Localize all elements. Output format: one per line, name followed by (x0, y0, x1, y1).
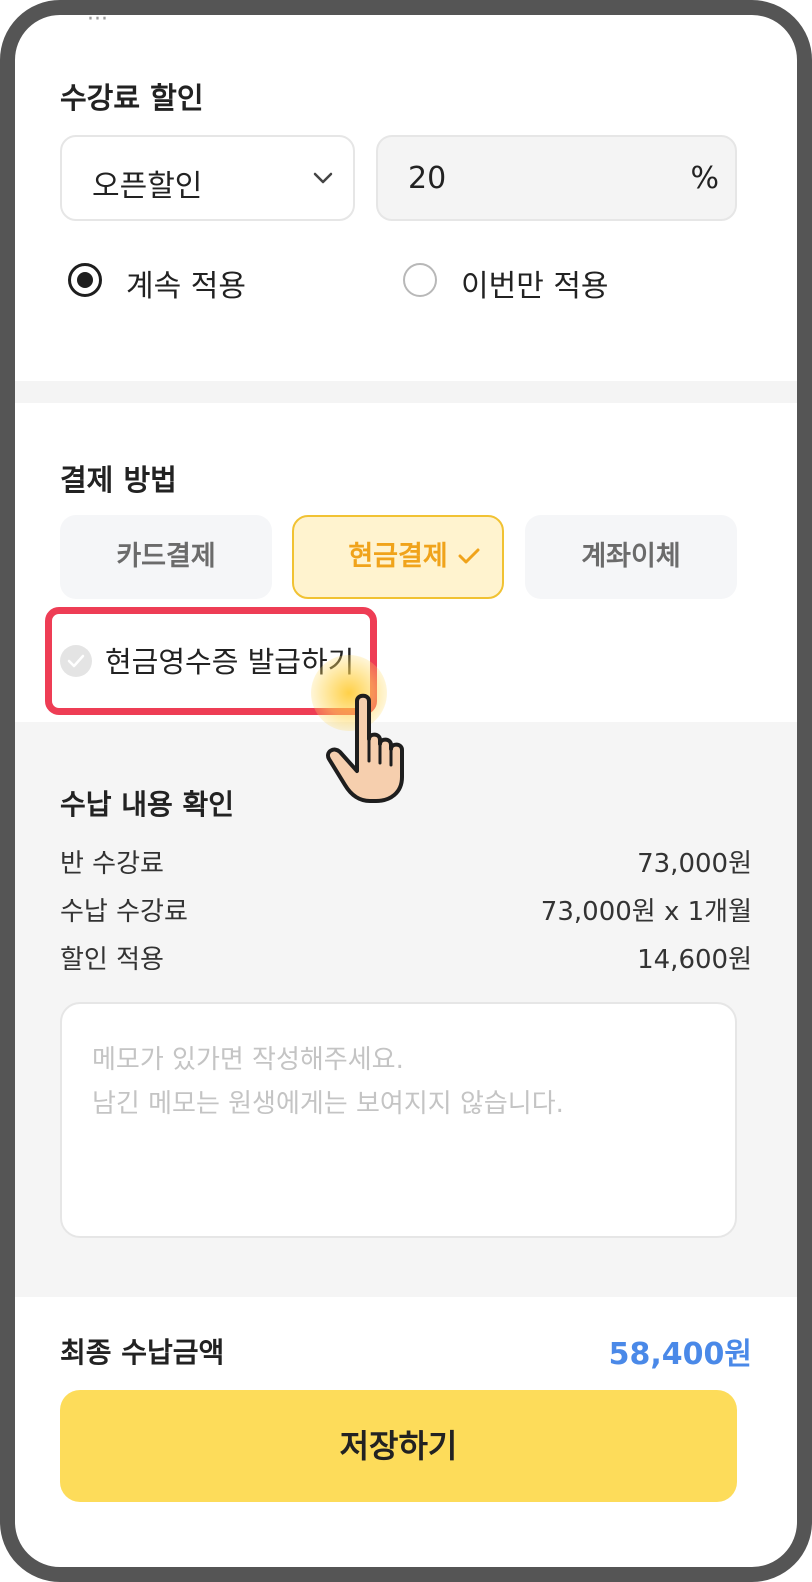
pay-method-card[interactable]: 카드결제 (60, 515, 272, 599)
summary-row-value: 73,000원 (637, 849, 752, 879)
discount-section-title: 수강료 할인 (60, 81, 204, 115)
hand-pointer-icon (326, 693, 404, 803)
summary-row-label: 반 수강료 (60, 849, 164, 879)
pay-method-cash[interactable]: 현금결제 (292, 515, 504, 599)
discount-type-value: 오픈할인 (92, 169, 203, 204)
discount-value-input[interactable]: 20 % (376, 135, 737, 221)
radio-label-once: 이번만 적용 (461, 269, 609, 304)
summary-row-label: 수납 수강료 (60, 897, 188, 927)
summary-row-value: 14,600원 (637, 945, 752, 975)
memo-placeholder: 메모가 있가면 작성해주세요. 남긴 메모는 원생에게는 보여지지 않습니다. (92, 1045, 564, 1119)
radio-label-always: 계속 적용 (126, 269, 246, 304)
payment-section-title: 결제 방법 (60, 463, 177, 497)
check-icon (458, 548, 480, 564)
discount-type-select[interactable]: 오픈할인 (60, 135, 355, 221)
save-button[interactable]: 저장하기 (60, 1390, 737, 1502)
summary-title: 수납 내용 확인 (60, 788, 235, 821)
pay-method-cash-label: 현금결제 (348, 541, 448, 572)
pay-method-transfer[interactable]: 계좌이체 (525, 515, 737, 599)
final-amount-label: 최종 수납금액 (60, 1336, 225, 1369)
summary-row-value: 73,000원 x 1개월 (540, 897, 752, 927)
chevron-down-icon (313, 172, 333, 184)
discount-unit: % (690, 161, 719, 196)
discount-value: 20 (408, 161, 447, 196)
radio-apply-always[interactable]: 계속 적용 (68, 261, 328, 304)
section-divider (15, 381, 797, 403)
final-amount-value: 58,400원 (608, 1337, 752, 1372)
scrollbar[interactable] (805, 675, 811, 1555)
memo-textarea[interactable]: 메모가 있가면 작성해주세요. 남긴 메모는 원생에게는 보여지지 않습니다. (60, 1002, 737, 1238)
phone-frame: ··· 수강료 할인 오픈할인 20 % 계속 적용 이번만 적용 결제 방법 … (0, 0, 812, 1582)
radio-checked-icon (68, 263, 102, 297)
radio-unchecked-icon (403, 263, 437, 297)
summary-row-label: 할인 적용 (60, 945, 164, 975)
cut-off-text: ··· (87, 15, 108, 32)
radio-apply-once[interactable]: 이번만 적용 (403, 261, 663, 304)
